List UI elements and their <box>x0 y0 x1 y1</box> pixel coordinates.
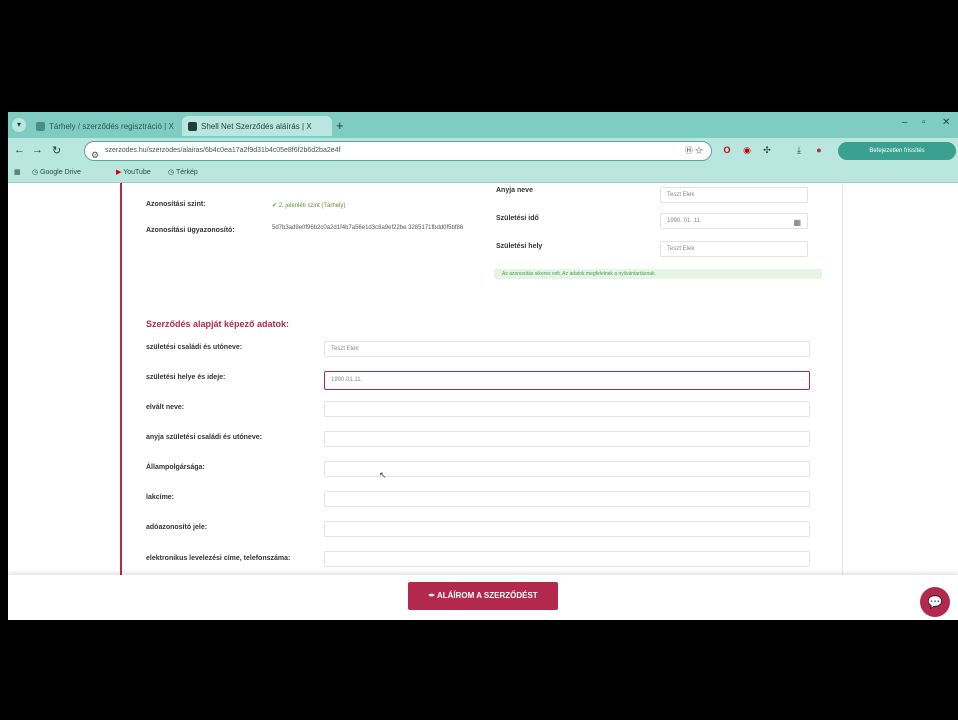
mother-birth-name-input[interactable] <box>324 431 810 447</box>
close-icon[interactable]: ✕ <box>942 117 950 128</box>
apps-icon[interactable]: ▦ <box>14 168 21 176</box>
bottom-bar: ✒ ALÁÍROM A SZERZŐDÉST 💬 <box>8 575 958 620</box>
sign-contract-button[interactable]: ✒ ALÁÍROM A SZERZŐDÉST <box>408 582 558 610</box>
field-label: Azonosítási szint: <box>146 201 206 208</box>
minimize-icon[interactable]: – <box>902 117 908 128</box>
favicon-icon <box>188 121 197 131</box>
citizenship-input[interactable] <box>324 461 810 477</box>
extension-icon[interactable]: ◉ <box>740 143 754 157</box>
birth-name-input[interactable]: Teszt Elek <box>324 341 810 357</box>
bookmarks-bar: ▦ ◷ Google Drive ▶ YouTube ◷ Térkép <box>8 164 958 183</box>
page-content: Azonosítási szint: ✔ 2. jelenléti szint … <box>8 183 958 575</box>
field-label: születési helye és ideje: <box>146 374 226 381</box>
bookmark-item[interactable]: ▶ YouTube <box>116 168 151 176</box>
field-value: 5d7b3ad9e0f96b2c0a2d1f4b7a56e1d3c8a9ef22… <box>272 225 464 231</box>
address-bar[interactable]: ⚙ szerzodes.hu/szerzodes/alairas/6b4c0ea… <box>84 141 712 161</box>
tab-inactive[interactable]: Tárhely / szerződés regisztráció | X <box>30 116 180 136</box>
url-actions[interactable]: Ⓗ ☆ <box>685 142 703 160</box>
puzzle-icon[interactable]: ✣ <box>760 143 774 157</box>
birth-place-date-input[interactable]: 1990.01.11. <box>324 371 810 390</box>
tab-active[interactable]: Shell Net Szerződés aláírás | X <box>182 116 332 136</box>
favicon-icon <box>36 121 45 131</box>
update-button[interactable]: Befejezetlen frissítés <box>838 142 956 160</box>
chat-bubble-icon[interactable]: 💬 <box>920 587 950 617</box>
field-label: Születési idő <box>496 215 539 222</box>
field-label: Állampolgársága: <box>146 464 205 471</box>
profile-icon[interactable]: ● <box>812 143 826 157</box>
tab-search-icon[interactable]: ▾ <box>12 118 26 132</box>
birth-place-field[interactable]: Teszt Elek <box>660 241 808 257</box>
site-info-icon[interactable]: ⚙ <box>91 146 99 160</box>
field-label: lakcíme: <box>146 494 175 501</box>
mouse-cursor-icon: ↖ <box>379 470 387 480</box>
field-label: Azonosítási ügyazonosító: <box>146 227 235 234</box>
birth-date-field[interactable]: 1990. 01. 11. ▦ <box>660 213 808 229</box>
tab-bar: ▾ Tárhely / szerződés regisztráció | X S… <box>8 112 958 138</box>
bookmark-item[interactable]: ◷ Google Drive <box>32 168 81 176</box>
field-label: elektronikus levelezési címe, telefonszá… <box>146 555 291 562</box>
field-label: adóazonosító jele: <box>146 524 208 531</box>
field-label: anyja születési családi és utóneve: <box>146 434 262 441</box>
field-value: ✔ 2. jelenléti szint (Tárhely) <box>272 203 346 209</box>
address-input[interactable] <box>324 491 810 507</box>
bookmark-item[interactable]: ◷ Térkép <box>168 168 198 176</box>
field-label: születési családi és utóneve: <box>146 344 243 351</box>
success-alert: Az azonosítás sikeres volt. Az adatok me… <box>494 269 822 279</box>
field-label: elvált neve: <box>146 404 185 411</box>
calendar-icon[interactable]: ▦ <box>793 216 801 230</box>
forward-icon[interactable]: → <box>32 144 43 156</box>
maximize-icon[interactable]: ▫ <box>922 117 926 128</box>
reload-icon[interactable]: ↻ <box>52 144 61 157</box>
browser-window: ▾ Tárhely / szerződés regisztráció | X S… <box>8 112 958 620</box>
opera-icon[interactable]: O <box>720 143 734 157</box>
section-title: Szerződés alapját képező adatok: <box>146 319 290 329</box>
contract-card: Azonosítási szint: ✔ 2. jelenléti szint … <box>120 183 843 575</box>
mother-name-field[interactable]: Teszt Elek <box>660 187 808 203</box>
email-phone-input[interactable] <box>324 551 810 567</box>
tab-label: Tárhely / szerződés regisztráció | X <box>49 121 174 131</box>
new-tab-button[interactable]: + <box>336 118 344 133</box>
download-icon[interactable]: ⤓ <box>792 143 806 157</box>
field-label: Születési hely <box>496 243 543 250</box>
browser-toolbar: ← → ↻ ⚙ szerzodes.hu/szerzodes/alairas/6… <box>8 138 958 164</box>
tax-id-input[interactable] <box>324 521 810 537</box>
back-icon[interactable]: ← <box>14 144 25 156</box>
url-text: szerzodes.hu/szerzodes/alairas/6b4c0ea17… <box>105 147 341 154</box>
field-label: Anyja neve <box>496 187 533 194</box>
tab-label: Shell Net Szerződés aláírás | X <box>201 121 312 131</box>
divorced-name-input[interactable] <box>324 401 810 417</box>
